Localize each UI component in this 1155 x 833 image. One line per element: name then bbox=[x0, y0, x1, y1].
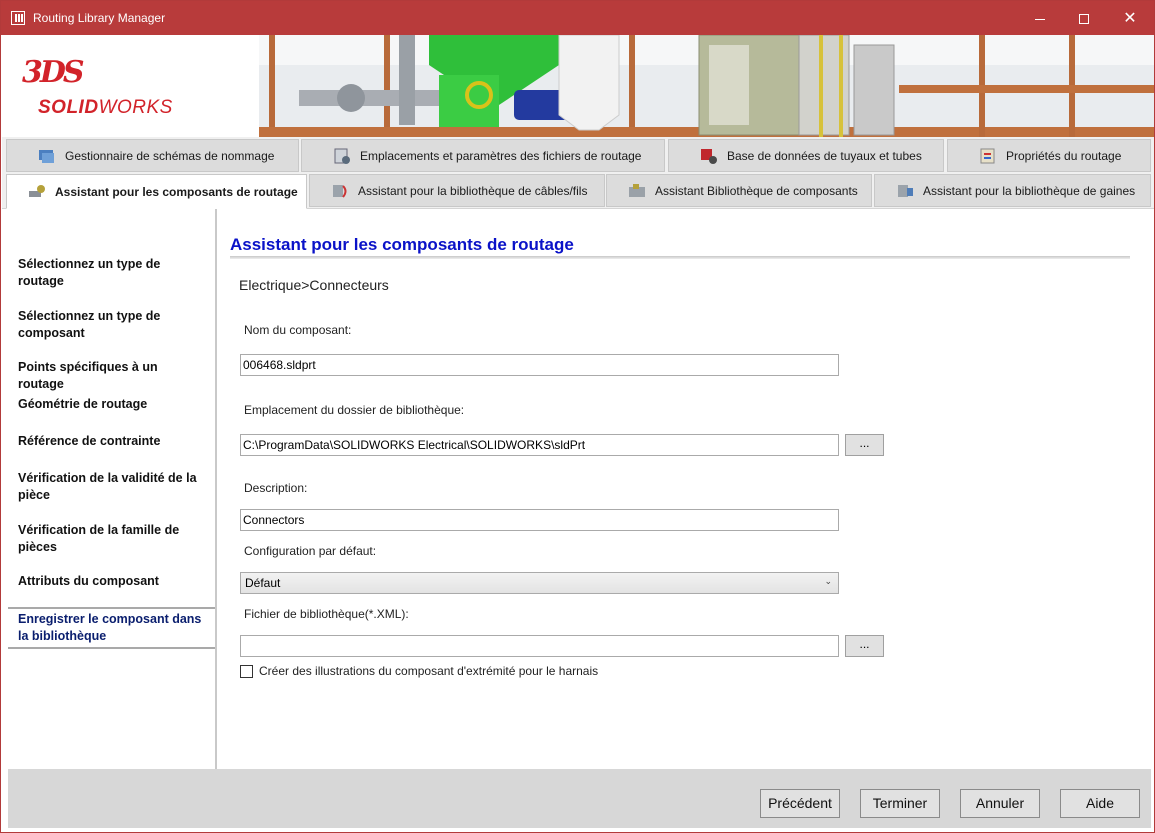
tab-label: Propriétés du routage bbox=[1006, 148, 1122, 163]
close-icon: ✕ bbox=[1123, 8, 1137, 27]
close-button[interactable]: ✕ bbox=[1107, 1, 1153, 35]
chevron-down-icon: ⌄ bbox=[824, 576, 832, 586]
previous-button[interactable]: Précédent bbox=[760, 789, 840, 818]
tab-label: Emplacements et paramètres des fichiers … bbox=[360, 148, 642, 163]
config-select[interactable]: Défaut ⌄ bbox=[240, 572, 839, 594]
naming-scheme-icon bbox=[37, 147, 57, 165]
help-button[interactable]: Aide bbox=[1060, 789, 1140, 818]
logo-wordmark: SOLIDWORKS bbox=[38, 97, 173, 119]
component-name-label: Nom du composant: bbox=[244, 323, 352, 337]
component-wizard-icon bbox=[27, 183, 47, 201]
harness-illustrations-checkbox[interactable] bbox=[240, 665, 253, 678]
nav-step-save-component[interactable]: Enregistrer le composant dans la bibliot… bbox=[8, 607, 215, 649]
component-library-icon bbox=[627, 182, 647, 200]
xml-file-label: Fichier de bibliothèque(*.XML): bbox=[244, 607, 409, 621]
maximize-icon bbox=[1079, 14, 1089, 25]
browse-folder-button[interactable]: ... bbox=[845, 434, 884, 456]
tab-label: Gestionnaire de schémas de nommage bbox=[65, 148, 275, 163]
wizard-page: Assistant pour les composants de routage… bbox=[217, 209, 1154, 769]
harness-illustrations-label: Créer des illustrations du composant d'e… bbox=[259, 664, 599, 678]
library-app-icon bbox=[11, 11, 25, 25]
tab-label: Base de données de tuyaux et tubes bbox=[727, 148, 922, 163]
logo-text-light: WORKS bbox=[98, 97, 173, 118]
nav-step-part-validity[interactable]: Vérification de la validité de la pièce bbox=[8, 470, 215, 504]
tab-label: Assistant Bibliothèque de composants bbox=[655, 183, 858, 198]
cancel-button[interactable]: Annuler bbox=[960, 789, 1040, 818]
cable-library-icon bbox=[330, 182, 350, 200]
tab-file-locations[interactable]: Emplacements et paramètres des fichiers … bbox=[301, 139, 665, 172]
nav-step-component-attributes[interactable]: Attributs du composant bbox=[8, 573, 215, 590]
tab-component-library[interactable]: Assistant Bibliothèque de composants bbox=[606, 174, 872, 207]
nav-step-routing-points[interactable]: Points spécifiques à un routage bbox=[8, 359, 215, 393]
solidworks-logo: 3DS SOLIDWORKS bbox=[22, 55, 192, 135]
title-bar[interactable]: Routing Library Manager ✕ bbox=[1, 1, 1154, 35]
component-name-field[interactable] bbox=[240, 354, 839, 376]
config-label: Configuration par défaut: bbox=[244, 544, 377, 558]
ds-logo-mark: 3DS bbox=[22, 55, 85, 90]
config-selected-value: Défaut bbox=[245, 576, 281, 590]
nav-step-routing-type[interactable]: Sélectionnez un type de routage bbox=[8, 256, 215, 290]
title-divider bbox=[230, 256, 1130, 259]
pipe-database-icon bbox=[699, 147, 719, 165]
file-locations-icon bbox=[332, 147, 352, 165]
tab-cable-library[interactable]: Assistant pour la bibliothèque de câbles… bbox=[309, 174, 605, 207]
tab-label: Assistant pour la bibliothèque de câbles… bbox=[358, 183, 588, 198]
tab-pipe-database[interactable]: Base de données de tuyaux et tubes bbox=[668, 139, 944, 172]
browse-xml-button[interactable]: ... bbox=[845, 635, 884, 657]
banner-illustration bbox=[259, 35, 1154, 137]
banner: 3DS SOLIDWORKS bbox=[2, 35, 1154, 137]
minimize-icon bbox=[1035, 18, 1045, 20]
tab-routing-properties[interactable]: Propriétés du routage bbox=[947, 139, 1151, 172]
finish-button[interactable]: Terminer bbox=[860, 789, 940, 818]
tab-label: Assistant pour les composants de routage bbox=[55, 184, 298, 199]
nav-step-component-type[interactable]: Sélectionnez un type de composant bbox=[8, 308, 215, 342]
breadcrumb: Electrique>Connecteurs bbox=[239, 277, 389, 293]
logo-text-bold: SOLID bbox=[38, 97, 99, 118]
routing-properties-icon bbox=[978, 147, 998, 165]
tab-strip: Gestionnaire de schémas de nommage Empla… bbox=[2, 137, 1154, 209]
nav-step-part-family[interactable]: Vérification de la famille de pièces bbox=[8, 522, 215, 556]
tab-label: Assistant pour la bibliothèque de gaines bbox=[923, 183, 1136, 198]
library-folder-field[interactable] bbox=[240, 434, 839, 456]
covering-library-icon bbox=[895, 182, 915, 200]
wizard-steps-nav: Sélectionnez un type de routage Sélectio… bbox=[8, 209, 217, 769]
xml-file-field[interactable] bbox=[240, 635, 839, 657]
library-folder-label: Emplacement du dossier de bibliothèque: bbox=[244, 403, 465, 417]
nav-step-mate-reference[interactable]: Référence de contrainte bbox=[8, 433, 215, 450]
tab-component-wizard[interactable]: Assistant pour les composants de routage bbox=[6, 174, 307, 209]
app-window: Routing Library Manager ✕ 3DS SOLIDWORKS bbox=[0, 0, 1155, 833]
tab-covering-library[interactable]: Assistant pour la bibliothèque de gaines bbox=[874, 174, 1151, 207]
description-field[interactable] bbox=[240, 509, 839, 531]
maximize-button[interactable] bbox=[1061, 1, 1107, 35]
tab-naming-scheme[interactable]: Gestionnaire de schémas de nommage bbox=[6, 139, 299, 172]
minimize-button[interactable] bbox=[1017, 1, 1063, 35]
wizard-footer: Précédent Terminer Annuler Aide bbox=[8, 769, 1151, 828]
description-label: Description: bbox=[244, 481, 308, 495]
page-title: Assistant pour les composants de routage bbox=[230, 235, 574, 254]
nav-step-routing-geometry[interactable]: Géométrie de routage bbox=[8, 396, 215, 413]
window-title: Routing Library Manager bbox=[33, 11, 166, 25]
